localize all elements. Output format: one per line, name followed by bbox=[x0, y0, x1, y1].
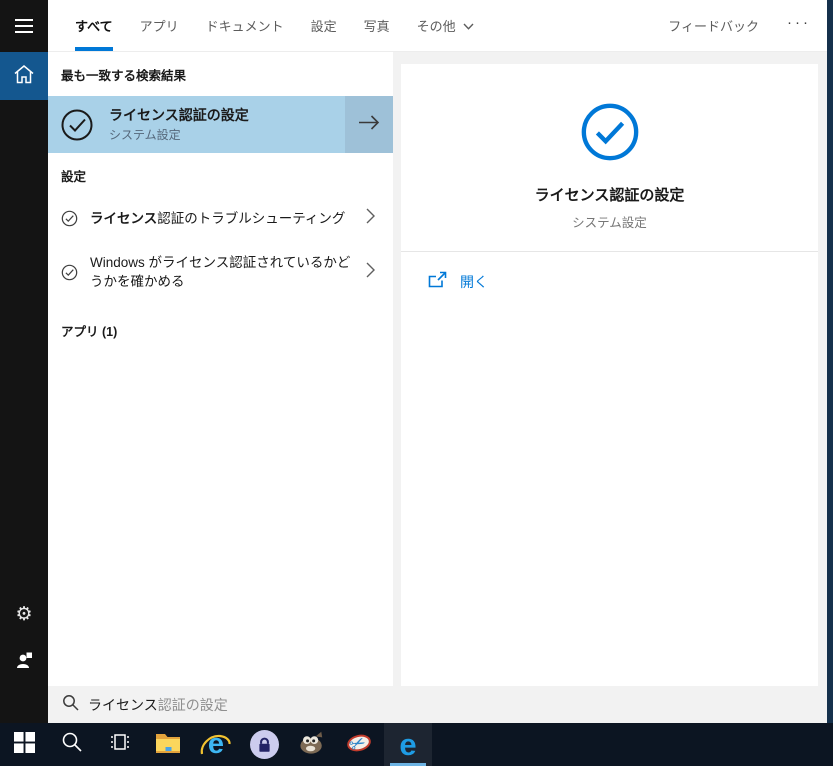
tab-settings[interactable]: 設定 bbox=[311, 0, 337, 51]
check-circle-icon bbox=[579, 101, 641, 168]
gear-icon: ⚙ bbox=[15, 603, 33, 625]
folder-icon bbox=[154, 730, 182, 759]
result-activation-troubleshooting[interactable]: ライセンス認証のトラブルシューティング bbox=[48, 198, 393, 238]
search-suggestion-text: 認証の設定 bbox=[157, 696, 228, 713]
filter-tabs: すべて アプリ ドキュメント 設定 写真 その他 bbox=[48, 0, 474, 51]
preview-card: ライセンス認証の設定 システム設定 開く bbox=[401, 64, 818, 686]
apps-section-header: アプリ (1) bbox=[61, 325, 118, 339]
taskbar-search-button[interactable] bbox=[48, 723, 96, 766]
taskbar: e ✂ e bbox=[0, 723, 833, 766]
best-match-result[interactable]: ライセンス認証の設定 システム設定 bbox=[48, 96, 393, 153]
check-circle-icon bbox=[60, 108, 94, 142]
sidebar-item-account[interactable] bbox=[0, 638, 48, 686]
edge-icon: e bbox=[393, 729, 423, 761]
tab-more[interactable]: その他 bbox=[417, 0, 474, 51]
arrow-right-icon bbox=[357, 114, 381, 136]
keepass-lock-icon bbox=[249, 730, 279, 759]
windows-logo-icon bbox=[13, 731, 35, 758]
topbar-right-group: フィードバック ··· bbox=[668, 0, 827, 51]
best-match-title: ライセンス認証の設定 bbox=[109, 107, 249, 123]
gimp-button[interactable] bbox=[288, 723, 336, 766]
result-label-rest: Windows がライセンス認証されているかどうかを確かめる bbox=[90, 255, 351, 289]
search-typed-text: ライセンス bbox=[88, 696, 158, 713]
tab-apps[interactable]: アプリ bbox=[140, 0, 179, 51]
sidebar-item-home[interactable] bbox=[0, 52, 48, 100]
internet-explorer-button[interactable]: e bbox=[192, 723, 240, 766]
internet-explorer-icon: e bbox=[200, 729, 231, 761]
snipping-tool-icon: ✂ bbox=[344, 730, 376, 760]
tab-photos-label: 写真 bbox=[363, 19, 390, 34]
edge-letter: e bbox=[399, 727, 417, 762]
expand-preview-button[interactable] bbox=[345, 96, 393, 153]
start-sidebar: ⚙ bbox=[0, 0, 48, 723]
tab-apps-label: アプリ bbox=[139, 19, 179, 34]
best-match-text: ライセンス認証の設定 システム設定 bbox=[109, 106, 345, 143]
preview-hero: ライセンス認証の設定 システム設定 bbox=[401, 64, 818, 252]
gimp-wilber-icon bbox=[298, 729, 326, 760]
result-label: ライセンス認証のトラブルシューティング bbox=[90, 209, 356, 228]
sidebar-item-settings[interactable]: ⚙ bbox=[0, 590, 48, 638]
task-view-button[interactable] bbox=[96, 723, 144, 766]
ie-yellow-swoosh bbox=[200, 731, 232, 766]
tab-documents[interactable]: ドキュメント bbox=[206, 0, 284, 51]
tab-more-label: その他 bbox=[416, 19, 456, 34]
search-filter-tabbar: すべて アプリ ドキュメント 設定 写真 その他 フィードバック ··· bbox=[48, 0, 827, 52]
preview-subtitle: システム設定 bbox=[572, 216, 647, 230]
start-button[interactable] bbox=[0, 723, 48, 766]
tab-documents-label: ドキュメント bbox=[205, 19, 284, 34]
hamburger-menu-button[interactable] bbox=[0, 4, 48, 52]
search-input[interactable]: ライセンス 認証の設定 bbox=[48, 686, 827, 723]
tab-all[interactable]: すべて bbox=[75, 0, 113, 51]
file-explorer-button[interactable] bbox=[144, 723, 192, 766]
check-circle-icon bbox=[61, 264, 78, 281]
keepass-button[interactable] bbox=[240, 723, 288, 766]
task-view-icon bbox=[108, 730, 132, 759]
results-panel: 最も一致する検索結果 ライセンス認証の設定 システム設定 設定 ライセンス認証の… bbox=[48, 52, 393, 686]
edge-button[interactable]: e bbox=[384, 723, 432, 766]
open-command-label: 開く bbox=[460, 274, 488, 290]
result-label: Windows がライセンス認証されているかどうかを確かめる bbox=[90, 253, 356, 291]
result-label-bold: ライセンス bbox=[90, 210, 158, 226]
settings-section-header: 設定 bbox=[61, 170, 87, 184]
result-label-rest: 認証のトラブルシューティング bbox=[157, 210, 346, 226]
tab-all-label: すべて bbox=[75, 19, 113, 34]
check-circle-icon bbox=[61, 210, 78, 227]
home-icon bbox=[11, 62, 37, 91]
chevron-down-icon bbox=[463, 18, 474, 33]
best-match-subtitle: システム設定 bbox=[109, 128, 181, 142]
snipping-tool-button[interactable]: ✂ bbox=[336, 723, 384, 766]
open-external-icon bbox=[428, 271, 447, 293]
search-icon bbox=[62, 694, 88, 716]
search-flyout-panel: ⚙ すべて アプリ ドキュメント 設定 写真 その他 フィードバック ··· 最… bbox=[0, 0, 827, 723]
preview-title: ライセンス認証の設定 bbox=[534, 187, 685, 204]
tab-photos[interactable]: 写真 bbox=[364, 0, 390, 51]
best-match-header: 最も一致する検索結果 bbox=[61, 69, 187, 83]
tab-settings-label: 設定 bbox=[310, 19, 337, 34]
user-account-icon bbox=[14, 650, 34, 675]
hamburger-icon bbox=[15, 18, 33, 38]
preview-panel: ライセンス認証の設定 システム設定 開く bbox=[393, 52, 827, 686]
more-options-icon[interactable]: ··· bbox=[787, 14, 811, 37]
chevron-right-icon bbox=[366, 208, 375, 229]
search-icon bbox=[61, 731, 83, 758]
open-command[interactable]: 開く bbox=[401, 252, 818, 293]
feedback-button[interactable]: フィードバック bbox=[668, 16, 759, 35]
result-check-windows-activated[interactable]: Windows がライセンス認証されているかどうかを確かめる bbox=[48, 246, 393, 298]
chevron-right-icon bbox=[366, 262, 375, 283]
